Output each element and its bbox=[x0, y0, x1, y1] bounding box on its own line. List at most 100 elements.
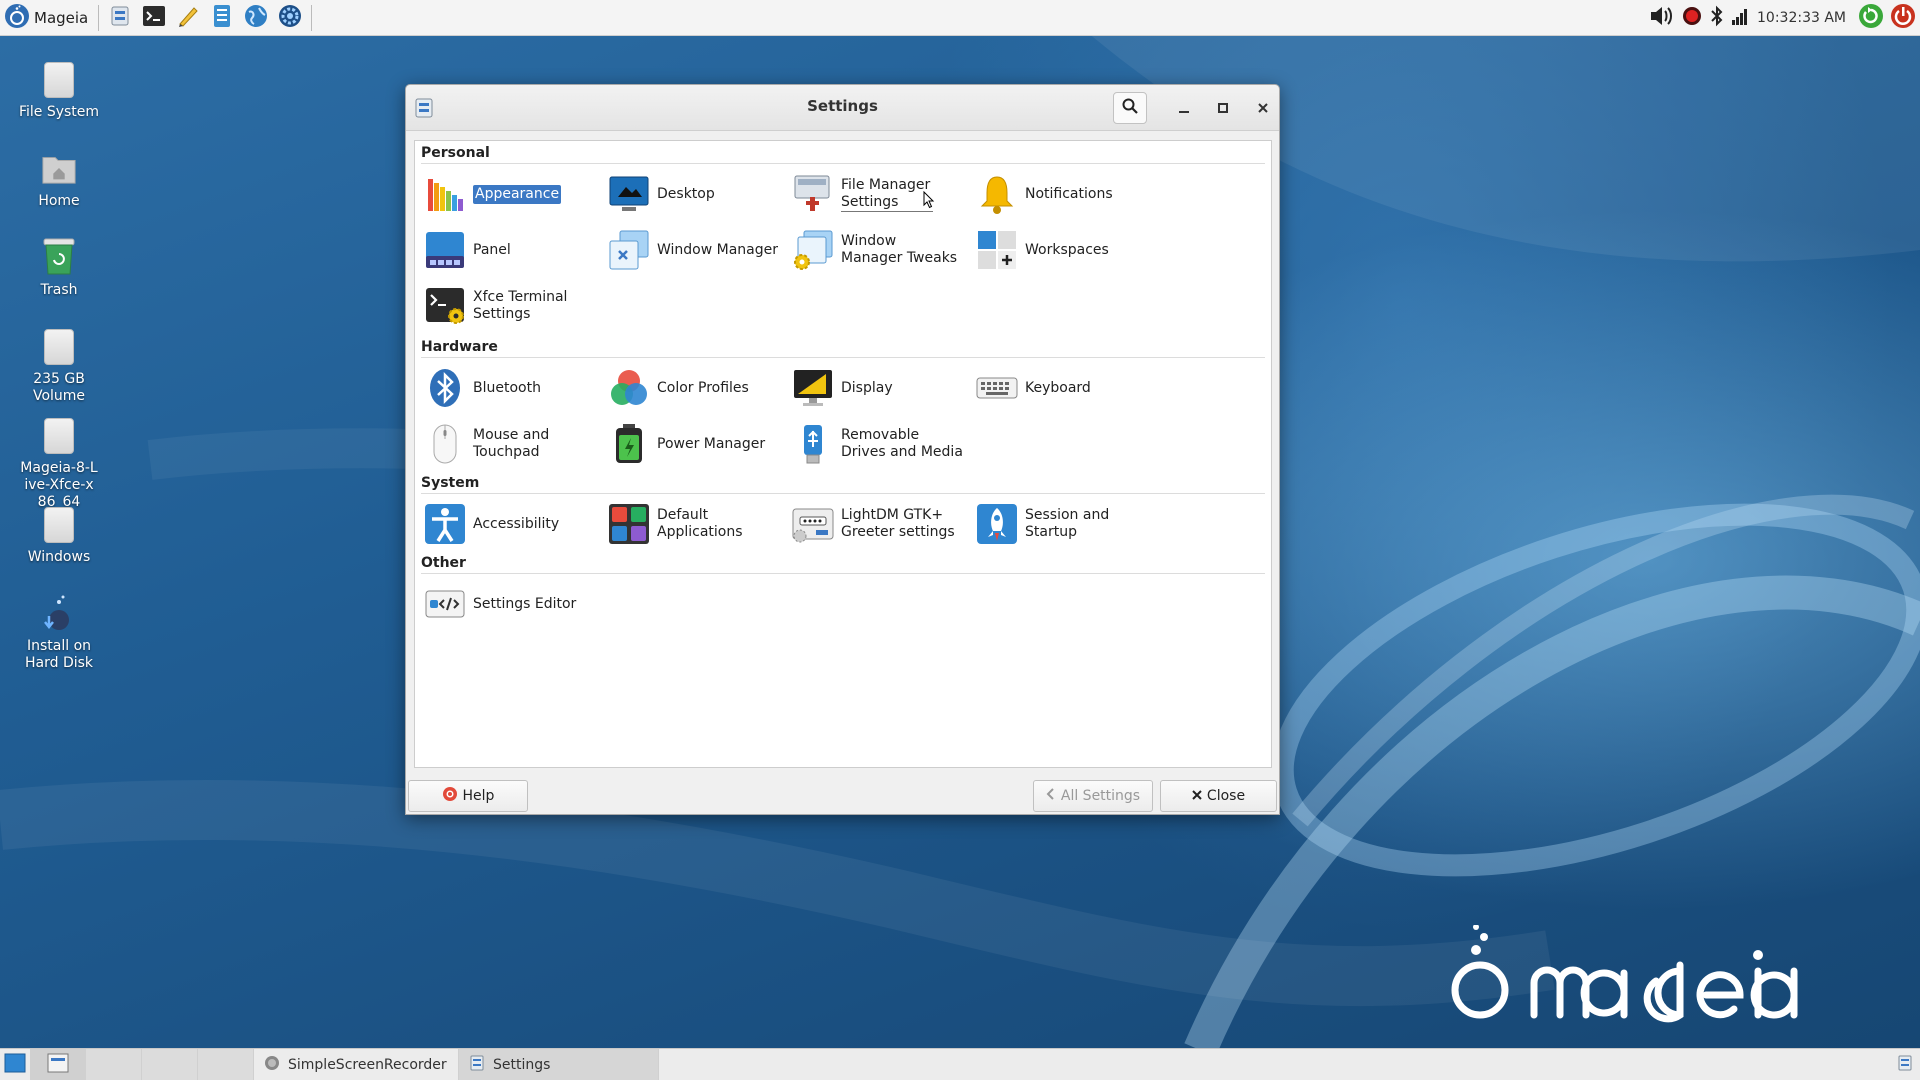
usb-drive-icon bbox=[791, 422, 835, 466]
setting-appearance[interactable]: Appearance bbox=[421, 166, 605, 222]
notification-area[interactable] bbox=[1890, 1049, 1920, 1080]
window-thumbnail-icon bbox=[47, 1053, 69, 1077]
power-icon[interactable] bbox=[1890, 3, 1916, 33]
setting-file-manager[interactable]: File Manager Settings bbox=[789, 166, 973, 222]
window-manager-icon bbox=[607, 228, 651, 272]
setting-color-profiles[interactable]: Color Profiles bbox=[605, 360, 789, 416]
setting-mouse-touchpad[interactable]: Mouse and Touchpad bbox=[421, 416, 605, 472]
clock[interactable]: 10:32:33 AM bbox=[1757, 10, 1846, 26]
terminal-settings-icon bbox=[423, 284, 467, 328]
show-desktop-button[interactable] bbox=[0, 1049, 30, 1080]
setting-removable-drives[interactable]: Removable Drives and Media bbox=[789, 416, 973, 472]
minimize-button[interactable] bbox=[1171, 95, 1197, 121]
drive-icon bbox=[41, 503, 77, 543]
globe-icon bbox=[243, 3, 269, 33]
refresh-icon[interactable] bbox=[1858, 3, 1884, 33]
settings-manager-icon bbox=[1898, 1055, 1912, 1075]
setting-label: Bluetooth bbox=[473, 379, 541, 396]
desktop-icon-label: File System bbox=[18, 104, 100, 120]
show-desktop-icon bbox=[4, 1053, 26, 1077]
section-title: System bbox=[421, 475, 480, 491]
setting-accessibility[interactable]: Accessibility bbox=[421, 496, 605, 552]
setting-label: Panel bbox=[473, 241, 511, 258]
setting-keyboard[interactable]: Keyboard bbox=[973, 360, 1157, 416]
desktop-icon-windows[interactable]: Windows bbox=[9, 503, 109, 566]
workspace-3[interactable] bbox=[142, 1048, 198, 1080]
help-button[interactable]: Help bbox=[408, 780, 528, 812]
section-title: Other bbox=[421, 555, 466, 571]
desktop-icon-label: Windows bbox=[27, 549, 91, 565]
desktop-icon-home[interactable]: Home bbox=[9, 147, 109, 210]
setting-power-manager[interactable]: Power Manager bbox=[605, 416, 789, 472]
minimize-icon bbox=[1178, 99, 1190, 118]
window-manager-tweaks-icon bbox=[791, 228, 835, 272]
desktop-icon-live-media[interactable]: Mageia-8-Live-Xfce-x86_64 bbox=[9, 414, 109, 511]
desktop-icon-install[interactable]: Install on Hard Disk bbox=[9, 592, 109, 672]
recording-icon[interactable] bbox=[1681, 5, 1703, 31]
applications-menu-button[interactable]: Mageia bbox=[0, 0, 94, 36]
volume-icon[interactable] bbox=[1649, 4, 1675, 32]
all-settings-label: All Settings bbox=[1060, 788, 1141, 804]
system-tray: 10:32:33 AM bbox=[1649, 0, 1920, 36]
system-settings-launcher[interactable] bbox=[273, 0, 307, 36]
section-system: System Accessibility Default Application… bbox=[421, 473, 1265, 552]
terminal-launcher[interactable] bbox=[137, 0, 171, 36]
taskbar-item-settings[interactable]: Settings bbox=[459, 1048, 659, 1080]
drive-icon bbox=[41, 414, 77, 454]
panel-separator bbox=[98, 4, 100, 31]
settings-content: Personal Appearance Desktop File Manager… bbox=[414, 140, 1272, 768]
help-label: Help bbox=[462, 788, 495, 804]
setting-workspaces[interactable]: Workspaces bbox=[973, 222, 1157, 278]
setting-settings-editor[interactable]: Settings Editor bbox=[421, 576, 605, 632]
setting-label: Keyboard bbox=[1025, 379, 1091, 396]
close-window-button[interactable] bbox=[1250, 95, 1276, 121]
installer-icon bbox=[41, 592, 77, 632]
setting-bluetooth[interactable]: Bluetooth bbox=[421, 360, 605, 416]
setting-session-startup[interactable]: Session and Startup bbox=[973, 496, 1157, 552]
setting-label: Accessibility bbox=[473, 515, 560, 532]
setting-lightdm-greeter[interactable]: LightDM GTK+ Greeter settings bbox=[789, 496, 973, 552]
workspace-4[interactable] bbox=[198, 1048, 254, 1080]
workspace-1[interactable] bbox=[30, 1048, 86, 1080]
settings-manager-icon bbox=[109, 5, 131, 31]
workspace-2[interactable] bbox=[86, 1048, 142, 1080]
desktop-icon-file-system[interactable]: File System bbox=[9, 58, 109, 121]
setting-label: Mouse and Touchpad bbox=[473, 427, 550, 460]
setting-label: Default Applications bbox=[657, 507, 743, 540]
setting-desktop[interactable]: Desktop bbox=[605, 166, 789, 222]
setting-window-manager[interactable]: Window Manager bbox=[605, 222, 789, 278]
setting-notifications[interactable]: Notifications bbox=[973, 166, 1157, 222]
login-greeter-icon bbox=[791, 502, 835, 546]
file-manager-icon bbox=[211, 4, 233, 32]
terminal-icon bbox=[142, 5, 166, 31]
web-browser-launcher[interactable] bbox=[239, 0, 273, 36]
close-icon bbox=[1192, 788, 1202, 804]
drive-icon bbox=[41, 325, 77, 365]
setting-xfce-terminal[interactable]: Xfce Terminal Settings bbox=[421, 278, 605, 334]
search-button[interactable] bbox=[1113, 92, 1147, 124]
bell-icon bbox=[975, 172, 1019, 216]
setting-label: Notifications bbox=[1025, 185, 1113, 202]
section-divider bbox=[421, 573, 1265, 574]
setting-display[interactable]: Display bbox=[789, 360, 973, 416]
settings-launcher[interactable] bbox=[103, 0, 137, 36]
setting-default-applications[interactable]: Default Applications bbox=[605, 496, 789, 552]
network-signal-icon[interactable] bbox=[1731, 6, 1749, 30]
taskbar-item-simplescreenrecorder[interactable]: SimpleScreenRecorder bbox=[254, 1048, 459, 1080]
file-manager-launcher[interactable] bbox=[205, 0, 239, 36]
setting-window-manager-tweaks[interactable]: Window Manager Tweaks bbox=[789, 222, 973, 278]
window-titlebar[interactable]: Settings bbox=[406, 85, 1279, 131]
maximize-button[interactable] bbox=[1210, 95, 1236, 121]
close-button[interactable]: Close bbox=[1160, 780, 1277, 812]
close-icon bbox=[1257, 99, 1269, 118]
desktop-icon-volume[interactable]: 235 GB Volume bbox=[9, 325, 109, 405]
all-settings-button[interactable]: All Settings bbox=[1033, 780, 1153, 812]
desktop-icon-trash[interactable]: Trash bbox=[9, 236, 109, 299]
section-title: Hardware bbox=[421, 339, 498, 355]
applications-menu-label: Mageia bbox=[34, 8, 89, 27]
setting-label: Desktop bbox=[657, 185, 715, 202]
workspaces-icon bbox=[975, 228, 1019, 272]
text-editor-launcher[interactable] bbox=[171, 0, 205, 36]
bluetooth-icon[interactable] bbox=[1709, 5, 1725, 31]
setting-panel[interactable]: Panel bbox=[421, 222, 605, 278]
